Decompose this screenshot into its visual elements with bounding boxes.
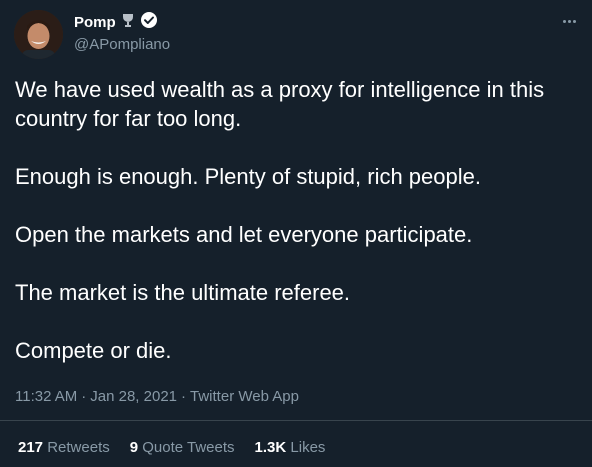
quote-tweets-stat[interactable]: 9 Quote Tweets (130, 439, 235, 456)
more-options-icon[interactable] (558, 12, 580, 30)
likes-stat[interactable]: 1.3K Likes (255, 439, 326, 456)
tweet-paragraph: The market is the ultimate referee. (15, 280, 351, 305)
trophy-icon (120, 12, 136, 33)
quote-tweets-label: Quote Tweets (142, 439, 235, 456)
avatar[interactable] (14, 10, 63, 59)
author-display-name[interactable]: Pomp (74, 14, 116, 31)
likes-label: Likes (290, 439, 326, 456)
tweet-time[interactable]: 11:32 AM (15, 388, 77, 405)
tweet-paragraph: Enough is enough. Plenty of stupid, rich… (15, 164, 481, 189)
tweet-metadata: 11:32 AM · Jan 28, 2021 · Twitter Web Ap… (15, 388, 299, 405)
tweet-card: Pomp @APompliano We have used wealth as … (0, 0, 592, 467)
tweet-paragraph: Open the markets and let everyone partic… (15, 222, 473, 247)
meta-separator: · (81, 388, 87, 405)
retweets-count: 217 (18, 439, 44, 456)
tweet-text: We have used wealth as a proxy for intel… (15, 75, 580, 394)
author-name-row: Pomp (74, 11, 158, 33)
verified-badge-icon (140, 11, 158, 34)
tweet-paragraph: Compete or die. (15, 338, 172, 363)
tweet-stats: 217 Retweets 9 Quote Tweets 1.3K Likes (18, 439, 325, 456)
author-handle[interactable]: @APompliano (74, 36, 170, 53)
likes-count: 1.3K (254, 439, 287, 456)
tweet-source[interactable]: Twitter Web App (190, 388, 299, 405)
retweets-label: Retweets (47, 439, 110, 456)
quote-tweets-count: 9 (129, 439, 139, 456)
divider (0, 420, 592, 421)
tweet-paragraph: We have used wealth as a proxy for intel… (15, 77, 545, 131)
tweet-date[interactable]: Jan 28, 2021 (90, 388, 177, 405)
retweets-stat[interactable]: 217 Retweets (18, 439, 110, 456)
meta-separator: · (181, 388, 187, 405)
